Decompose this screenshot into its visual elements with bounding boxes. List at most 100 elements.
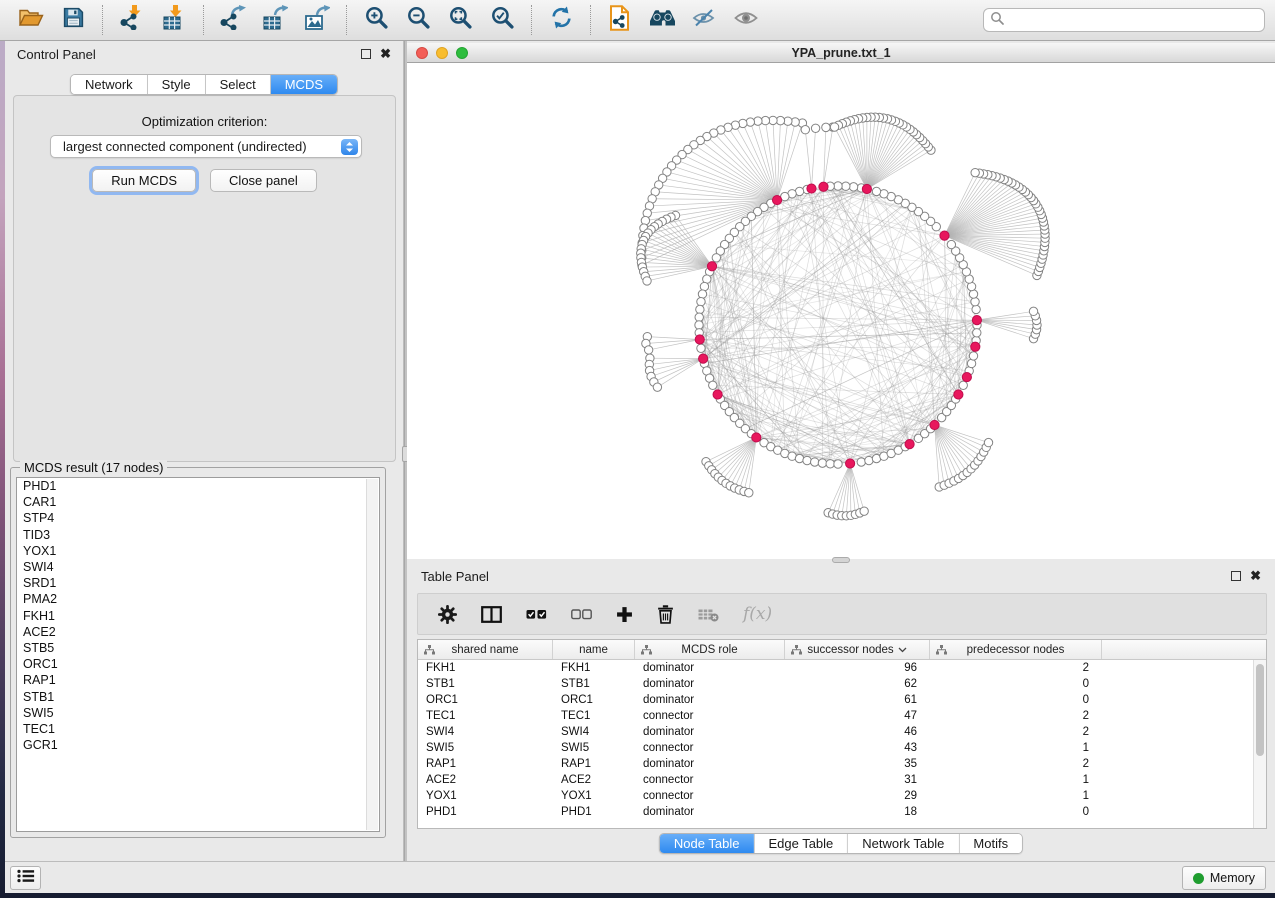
table-row[interactable]: ORC1ORC1dominator610 (418, 692, 1266, 708)
zoom-fit-button[interactable] (443, 3, 477, 37)
zoom-out-button[interactable] (401, 3, 435, 37)
network-node[interactable] (695, 321, 703, 329)
mcds-result-item[interactable]: TEC1 (17, 721, 379, 737)
zoom-in-button[interactable] (359, 3, 393, 37)
table-scrollbar[interactable] (1253, 660, 1266, 828)
network-node[interactable] (653, 383, 661, 391)
scrollbar-thumb[interactable] (1256, 664, 1264, 756)
network-node[interactable] (745, 489, 753, 497)
tab-style[interactable]: Style (148, 75, 206, 94)
network-node[interactable] (969, 290, 977, 298)
export-network-button[interactable] (216, 3, 250, 37)
network-hub-node[interactable] (905, 440, 914, 449)
network-node[interactable] (746, 118, 754, 126)
network-hub-node[interactable] (772, 195, 781, 204)
float-panel-icon[interactable] (361, 49, 371, 59)
network-node[interactable] (696, 305, 704, 313)
network-node[interactable] (842, 182, 850, 190)
open-session-button[interactable] (14, 3, 48, 37)
deselect-all-button[interactable] (571, 609, 592, 620)
network-node[interactable] (834, 460, 842, 468)
table-row[interactable]: SWI4SWI4dominator462 (418, 724, 1266, 740)
network-node[interactable] (834, 182, 842, 190)
network-hub-node[interactable] (862, 184, 871, 193)
column-header-MCDS-role[interactable]: MCDS role (635, 640, 785, 659)
import-network-button[interactable] (115, 3, 149, 37)
settings-gear-button[interactable] (438, 605, 457, 624)
network-node[interactable] (872, 187, 880, 195)
search-binoculars-button[interactable] (645, 3, 679, 37)
network-node[interactable] (826, 460, 834, 468)
maximize-window-icon[interactable] (456, 47, 468, 59)
network-node[interactable] (959, 381, 967, 389)
network-node[interactable] (803, 456, 811, 464)
network-node[interactable] (860, 507, 868, 515)
mcds-result-item[interactable]: SWI5 (17, 705, 379, 721)
criterion-select[interactable]: largest connected component (undirected) (50, 135, 362, 158)
mcds-result-item[interactable]: SRD1 (17, 575, 379, 591)
list-scrollbar[interactable] (366, 479, 378, 830)
network-node[interactable] (811, 124, 819, 132)
network-hub-node[interactable] (752, 433, 761, 442)
mcds-result-item[interactable]: RAP1 (17, 672, 379, 688)
show-columns-button[interactable] (481, 606, 502, 623)
column-header-name[interactable]: name (553, 640, 635, 659)
network-hub-node[interactable] (819, 182, 828, 191)
network-hub-node[interactable] (713, 390, 722, 399)
network-node[interactable] (818, 459, 826, 467)
network-node[interactable] (971, 298, 979, 306)
network-node[interactable] (973, 329, 981, 337)
memory-button[interactable]: Memory (1182, 866, 1266, 890)
network-node[interactable] (1029, 307, 1037, 315)
network-node[interactable] (857, 458, 865, 466)
network-node[interactable] (849, 183, 857, 191)
horizontal-splitter-grip[interactable] (832, 557, 850, 563)
table-row[interactable]: PHD1PHD1dominator180 (418, 804, 1266, 820)
table-tab-node-table[interactable]: Node Table (660, 834, 755, 853)
mcds-result-list[interactable]: PHD1CAR1STP4TID3YOX1SWI4SRD1PMA2FKH1ACE2… (16, 477, 380, 832)
network-node[interactable] (697, 298, 705, 306)
tab-select[interactable]: Select (206, 75, 271, 94)
delete-rows-button[interactable] (657, 604, 674, 624)
table-row[interactable]: TEC1TEC1connector472 (418, 708, 1266, 724)
network-node[interactable] (698, 290, 706, 298)
close-panel-icon[interactable]: ✖ (380, 49, 391, 59)
table-row[interactable]: ACE2ACE2connector311 (418, 772, 1266, 788)
close-panel-button[interactable]: Close panel (210, 169, 317, 192)
select-all-button[interactable] (526, 609, 547, 620)
network-node[interactable] (947, 240, 955, 248)
mcds-result-item[interactable]: STB1 (17, 689, 379, 705)
network-node[interactable] (697, 344, 705, 352)
network-hub-node[interactable] (699, 354, 708, 363)
network-node[interactable] (795, 454, 803, 462)
network-node[interactable] (644, 346, 652, 354)
save-session-button[interactable] (56, 3, 90, 37)
column-header-shared-name[interactable]: shared name (418, 640, 553, 659)
zoom-selected-button[interactable] (485, 3, 519, 37)
network-hub-node[interactable] (807, 184, 816, 193)
network-node[interactable] (700, 282, 708, 290)
network-hub-node[interactable] (954, 390, 963, 399)
table-tab-edge-table[interactable]: Edge Table (754, 834, 848, 853)
network-node[interactable] (709, 381, 717, 389)
minimize-window-icon[interactable] (436, 47, 448, 59)
tab-mcds[interactable]: MCDS (271, 75, 337, 94)
network-window-titlebar[interactable]: YPA_prune.txt_1 (407, 43, 1275, 63)
network-hub-node[interactable] (695, 335, 704, 344)
mcds-result-item[interactable]: CAR1 (17, 494, 379, 510)
mcds-result-item[interactable]: STB5 (17, 640, 379, 656)
network-hub-node[interactable] (707, 262, 716, 271)
mcds-result-item[interactable]: TID3 (17, 527, 379, 543)
network-node[interactable] (971, 168, 979, 176)
column-header-successor-nodes[interactable]: successor nodes (785, 640, 930, 659)
mcds-result-item[interactable]: PMA2 (17, 591, 379, 607)
network-node[interactable] (967, 359, 975, 367)
mcds-result-item[interactable]: STP4 (17, 510, 379, 526)
network-hub-node[interactable] (972, 316, 981, 325)
import-table-button[interactable] (157, 3, 191, 37)
export-table-button[interactable] (258, 3, 292, 37)
network-hub-node[interactable] (971, 342, 980, 351)
close-window-icon[interactable] (416, 47, 428, 59)
network-node[interactable] (754, 117, 762, 125)
table-row[interactable]: FKH1FKH1dominator962 (418, 660, 1266, 676)
